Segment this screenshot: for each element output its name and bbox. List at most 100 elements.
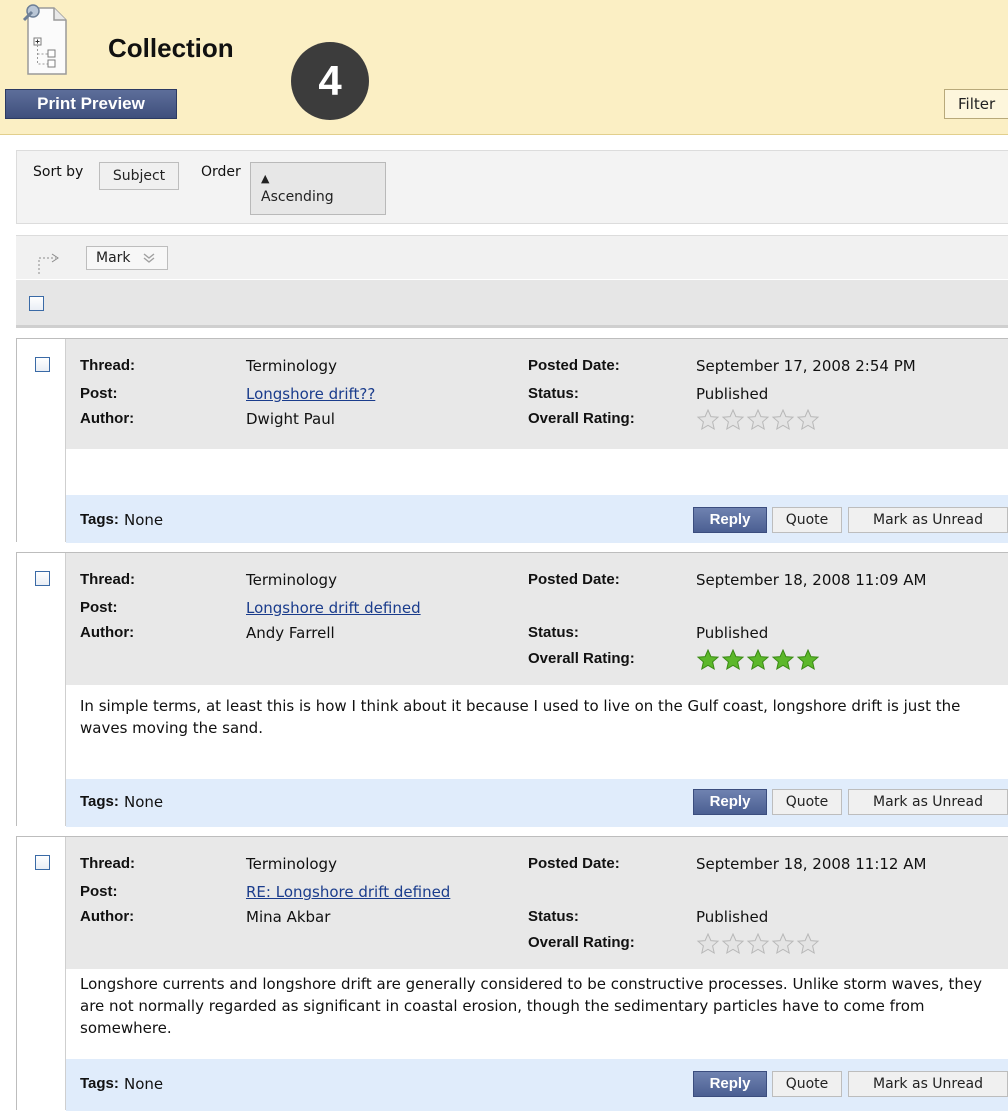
star-empty-icon[interactable] — [696, 409, 720, 431]
post-meta: Thread: Post: Author: Terminology Longsh… — [66, 553, 1008, 685]
posted-date-value: September 17, 2008 2:54 PM — [696, 357, 916, 375]
tags-label: Tags: — [80, 793, 119, 810]
post-body: In simple terms, at least this is how I … — [66, 685, 1008, 779]
posted-date-label: Posted Date: — [528, 571, 620, 588]
overall-rating-label: Overall Rating: — [528, 410, 635, 427]
mark-as-unread-button[interactable]: Mark as Unread — [848, 789, 1008, 815]
star-empty-icon[interactable] — [771, 409, 795, 431]
post-meta: Thread: Post: Author: Terminology Longsh… — [66, 339, 1008, 449]
sort-by-label: Sort by — [33, 164, 84, 180]
post-item: Thread: Post: Author: Terminology Longsh… — [16, 338, 1008, 543]
posted-date-label: Posted Date: — [528, 855, 620, 872]
tags-label: Tags: — [80, 511, 119, 528]
status-value: Published — [696, 385, 769, 403]
author-value: Dwight Paul — [246, 410, 335, 428]
reply-button[interactable]: Reply — [693, 1071, 767, 1097]
rating-stars[interactable] — [696, 649, 820, 671]
mark-as-unread-button[interactable]: Mark as Unread — [848, 507, 1008, 533]
posted-date-value: September 18, 2008 11:09 AM — [696, 571, 927, 589]
thread-value: Terminology — [246, 855, 337, 873]
reply-button[interactable]: Reply — [693, 507, 767, 533]
star-empty-icon[interactable] — [796, 409, 820, 431]
post-footer: Tags: None Reply Quote Mark as Unread — [66, 1059, 1008, 1111]
quote-button[interactable]: Quote — [772, 1071, 842, 1097]
star-empty-icon[interactable] — [721, 933, 745, 955]
rating-stars[interactable] — [696, 933, 820, 955]
print-preview-button[interactable]: Print Preview — [5, 89, 177, 119]
reply-button[interactable]: Reply — [693, 789, 767, 815]
author-label: Author: — [80, 410, 135, 427]
author-label: Author: — [80, 908, 135, 925]
author-value: Andy Farrell — [246, 624, 335, 642]
overall-rating-label: Overall Rating: — [528, 650, 635, 667]
select-arrow-icon — [38, 253, 59, 274]
page-title: Collection — [108, 33, 234, 63]
order-value: Ascending — [261, 189, 334, 205]
star-empty-icon[interactable] — [746, 409, 770, 431]
post-meta: Thread: Post: Author: Terminology RE: Lo… — [66, 837, 1008, 969]
post-item: Thread: Post: Author: Terminology Longsh… — [16, 552, 1008, 827]
status-label: Status: — [528, 385, 579, 402]
post-label: Post: — [80, 883, 118, 900]
post-title-link[interactable]: Longshore drift?? — [246, 385, 375, 403]
post-footer: Tags: None Reply Quote Mark as Unread — [66, 495, 1008, 543]
step-number-badge: 4 — [291, 42, 369, 120]
post-checkbox[interactable] — [35, 855, 50, 870]
star-empty-icon[interactable] — [696, 933, 720, 955]
status-value: Published — [696, 624, 769, 642]
sort-subject-button[interactable]: Subject — [99, 162, 179, 190]
thread-value: Terminology — [246, 571, 337, 589]
chevron-down-icon — [143, 253, 155, 263]
thread-label: Thread: — [80, 855, 136, 872]
tags-value: None — [124, 1075, 164, 1093]
rating-stars[interactable] — [696, 409, 820, 431]
order-label: Order — [201, 164, 241, 180]
star-empty-icon[interactable] — [746, 933, 770, 955]
mark-as-unread-button[interactable]: Mark as Unread — [848, 1071, 1008, 1097]
post-checkbox[interactable] — [35, 571, 50, 586]
quote-button[interactable]: Quote — [772, 507, 842, 533]
tags-value: None — [124, 793, 164, 811]
thread-value: Terminology — [246, 357, 337, 375]
tags-label: Tags: — [80, 1075, 119, 1092]
order-ascending-button[interactable]: ▲ Ascending — [250, 162, 386, 215]
author-value: Mina Akbar — [246, 908, 331, 926]
post-footer: Tags: None Reply Quote Mark as Unread — [66, 779, 1008, 827]
mark-label: Mark — [96, 250, 131, 266]
action-bar: Mark — [16, 235, 1008, 279]
star-filled-icon[interactable] — [796, 649, 820, 671]
post-title-link[interactable]: Longshore drift defined — [246, 599, 421, 617]
status-label: Status: — [528, 624, 579, 641]
author-label: Author: — [80, 624, 135, 641]
post-label: Post: — [80, 599, 118, 616]
up-triangle-icon: ▲ — [261, 172, 270, 185]
star-filled-icon[interactable] — [771, 649, 795, 671]
status-label: Status: — [528, 908, 579, 925]
post-item: Thread: Post: Author: Terminology RE: Lo… — [16, 836, 1008, 1111]
tags-value: None — [124, 511, 164, 529]
sort-bar: Sort by Subject Order ▲ Ascending — [16, 150, 1008, 224]
posted-date-label: Posted Date: — [528, 357, 620, 374]
status-value: Published — [696, 908, 769, 926]
collection-icon — [22, 4, 67, 75]
filter-button[interactable]: Filter — [944, 89, 1008, 119]
star-empty-icon[interactable] — [796, 933, 820, 955]
post-label: Post: — [80, 385, 118, 402]
star-filled-icon[interactable] — [696, 649, 720, 671]
posted-date-value: September 18, 2008 11:12 AM — [696, 855, 927, 873]
post-title-link[interactable]: RE: Longshore drift defined — [246, 883, 450, 901]
select-all-row — [16, 280, 1008, 328]
select-all-checkbox[interactable] — [29, 296, 44, 311]
quote-button[interactable]: Quote — [772, 789, 842, 815]
post-checkbox[interactable] — [35, 357, 50, 372]
star-empty-icon[interactable] — [721, 409, 745, 431]
star-empty-icon[interactable] — [771, 933, 795, 955]
thread-label: Thread: — [80, 571, 136, 588]
post-body: Longshore currents and longshore drift a… — [66, 969, 1008, 1059]
page-header: Collection 4 Print Preview Filter — [0, 0, 1008, 135]
overall-rating-label: Overall Rating: — [528, 934, 635, 951]
star-filled-icon[interactable] — [721, 649, 745, 671]
thread-label: Thread: — [80, 357, 136, 374]
star-filled-icon[interactable] — [746, 649, 770, 671]
post-body — [66, 449, 1008, 495]
